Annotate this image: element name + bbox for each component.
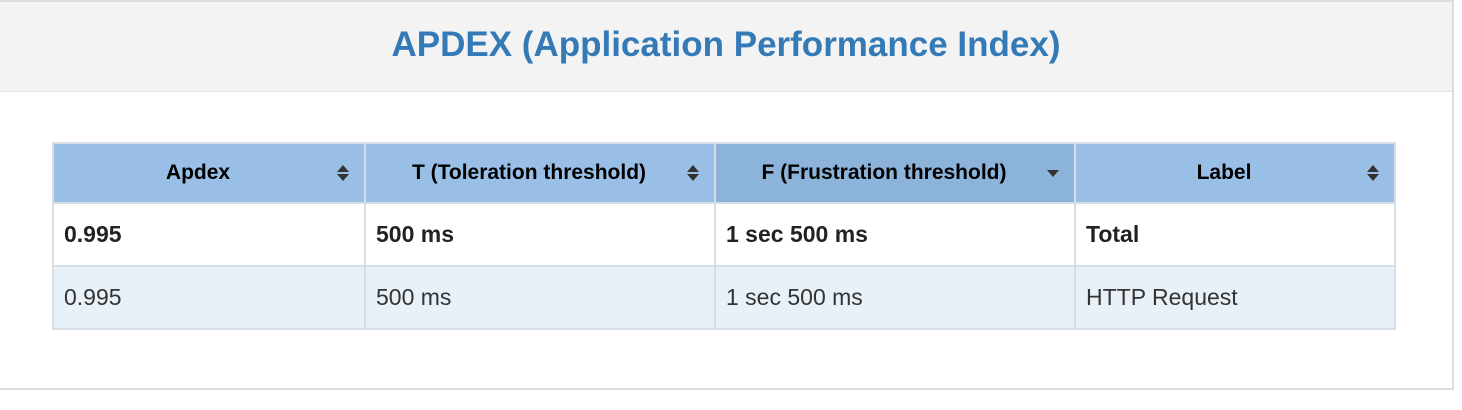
column-header-label-col[interactable]: Label [1074,142,1396,204]
cell-apdex: 0.995 [52,202,366,267]
panel-heading: APDEX (Application Performance Index) [0,0,1452,92]
table-row-total: 0.995 500 ms 1 sec 500 ms Total [52,202,1396,267]
header-row: Apdex T (Toleration threshold) F (Frustr… [52,142,1396,204]
table-header: Apdex T (Toleration threshold) F (Frustr… [52,142,1396,204]
column-header-label: T (Toleration threshold) [411,161,647,184]
column-header-label: F (Frustration threshold) [761,161,1007,184]
sort-both-icon[interactable] [336,164,350,182]
cell-toleration-threshold: 500 ms [364,265,716,330]
sort-both-icon[interactable] [1366,164,1380,182]
sort-desc-icon[interactable] [1046,164,1060,182]
column-header-frustration-threshold[interactable]: F (Frustration threshold) [714,142,1076,204]
panel-title: APDEX (Application Performance Index) [391,24,1061,64]
column-header-label: Apdex [165,161,231,184]
table-row: 0.995 500 ms 1 sec 500 ms HTTP Request [52,265,1396,330]
cell-frustration-threshold: 1 sec 500 ms [714,265,1076,330]
column-header-label: Label [1196,161,1252,184]
cell-toleration-threshold: 500 ms [364,202,716,267]
cell-label: HTTP Request [1074,265,1396,330]
cell-frustration-threshold: 1 sec 500 ms [714,202,1076,267]
apdex-panel: APDEX (Application Performance Index) Ap… [0,0,1454,390]
cell-apdex: 0.995 [52,265,366,330]
column-header-toleration-threshold[interactable]: T (Toleration threshold) [364,142,716,204]
apdex-table: Apdex T (Toleration threshold) F (Frustr… [52,142,1396,330]
cell-label: Total [1074,202,1396,267]
sort-both-icon[interactable] [686,164,700,182]
column-header-apdex[interactable]: Apdex [52,142,366,204]
table-body: 0.995 500 ms 1 sec 500 ms Total 0.995 50… [52,202,1396,330]
